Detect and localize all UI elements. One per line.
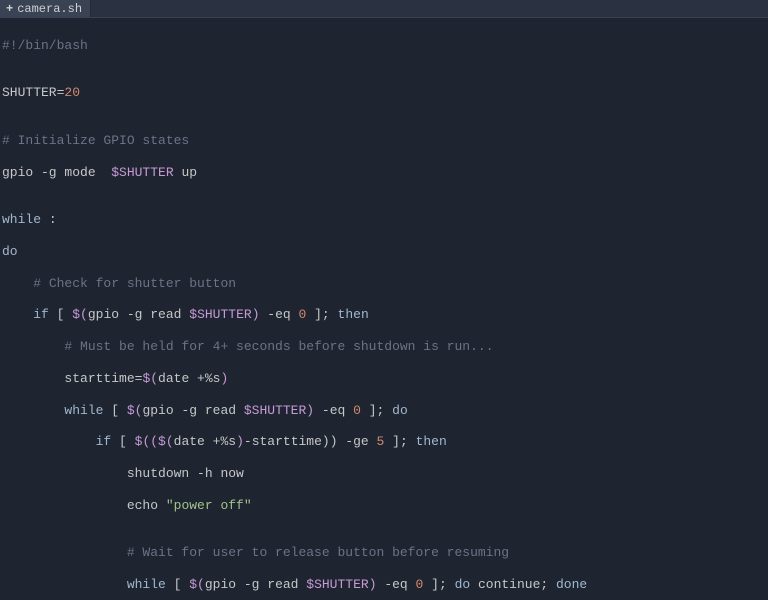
code-line: starttime=$(date +%s) [2,371,768,387]
code-line: # Check for shutter button [2,276,768,292]
code-line: #!/bin/bash [2,38,768,54]
code-line: # Initialize GPIO states [2,133,768,149]
tab-filename: camera.sh [17,2,82,17]
tab-bar: + camera.sh [0,0,768,18]
tab-camera-sh[interactable]: + camera.sh [0,0,91,17]
code-line: # Wait for user to release button before… [2,545,768,561]
code-line: while : [2,212,768,228]
code-line: shutdown -h now [2,466,768,482]
code-line: if [ $(gpio -g read $SHUTTER) -eq 0 ]; t… [2,307,768,323]
code-line: if [ $(($(date +%s)-starttime)) -ge 5 ];… [2,434,768,450]
code-line: gpio -g mode $SHUTTER up [2,165,768,181]
plus-icon: + [6,2,13,17]
code-line: do [2,244,768,260]
code-line: echo "power off" [2,498,768,514]
code-editor[interactable]: #!/bin/bash SHUTTER=20 # Initialize GPIO… [0,18,768,600]
code-line: SHUTTER=20 [2,85,768,101]
code-line: # Must be held for 4+ seconds before shu… [2,339,768,355]
code-line: while [ $(gpio -g read $SHUTTER) -eq 0 ]… [2,403,768,419]
code-line: while [ $(gpio -g read $SHUTTER) -eq 0 ]… [2,577,768,593]
